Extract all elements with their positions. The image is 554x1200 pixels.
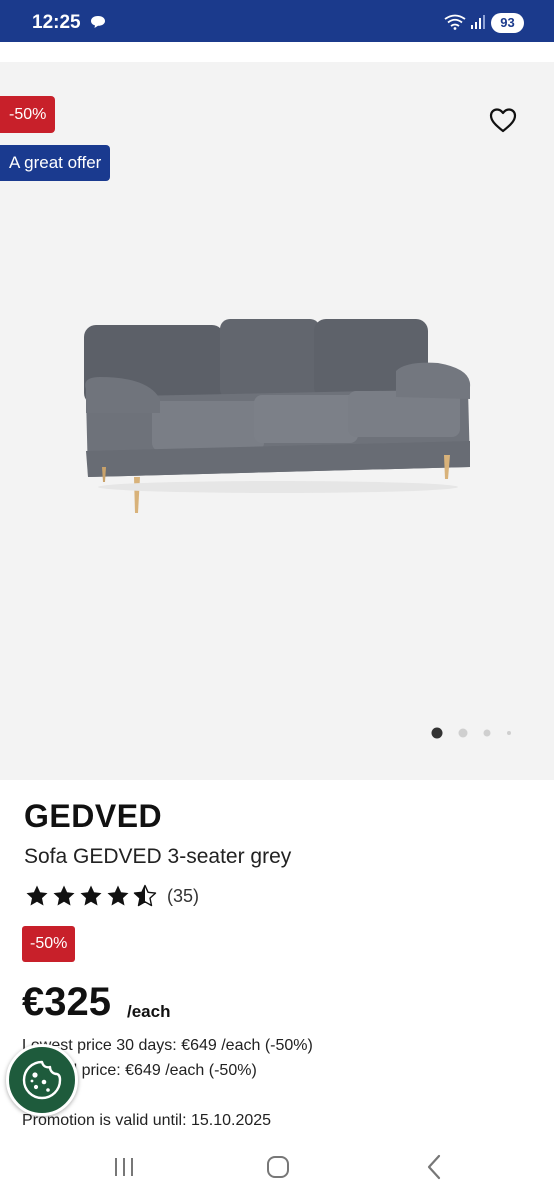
discount-badge: -50% bbox=[0, 96, 56, 133]
star-full-icon bbox=[107, 885, 129, 906]
promotion-text: Promotion is valid until: 15.10.2025 bbox=[22, 1112, 272, 1129]
product-info: GEDVED Sofa GEDVED 3-seater grey (35) -5… bbox=[0, 780, 554, 1140]
recents-icon[interactable] bbox=[112, 1155, 136, 1179]
rating-count: (35) bbox=[167, 885, 200, 906]
product-price: €325 bbox=[22, 980, 111, 1024]
star-full-icon bbox=[80, 885, 102, 906]
battery-icon: 93 bbox=[491, 13, 524, 33]
product-rating[interactable]: (35) bbox=[24, 882, 199, 910]
heart-outline-icon bbox=[489, 108, 517, 133]
status-time: 12:25 bbox=[32, 12, 81, 33]
favorite-button[interactable] bbox=[486, 104, 520, 136]
price-discount-badge: -50% bbox=[22, 926, 76, 962]
product-name: Sofa GEDVED 3-seater grey bbox=[24, 845, 292, 868]
product-gallery[interactable]: -50% A great offer bbox=[0, 62, 554, 780]
signal-icon bbox=[471, 15, 485, 29]
product-brand: GEDVED bbox=[24, 798, 163, 834]
star-full-icon bbox=[26, 885, 48, 906]
star-full-icon bbox=[53, 885, 75, 906]
carousel-indicator[interactable] bbox=[426, 726, 526, 740]
back-icon[interactable] bbox=[424, 1154, 444, 1180]
home-icon[interactable] bbox=[266, 1155, 290, 1179]
cookie-icon bbox=[22, 1060, 62, 1100]
cookie-settings-button[interactable] bbox=[6, 1044, 78, 1116]
sofa-image bbox=[84, 319, 471, 513]
status-bar: 12:25 93 bbox=[0, 0, 554, 42]
star-half-icon bbox=[133, 884, 157, 907]
system-nav-bar bbox=[0, 1140, 554, 1200]
price-unit: /each bbox=[127, 1002, 171, 1021]
offer-badge: A great offer bbox=[0, 145, 111, 181]
message-icon bbox=[91, 16, 105, 28]
wifi-icon bbox=[444, 14, 466, 30]
